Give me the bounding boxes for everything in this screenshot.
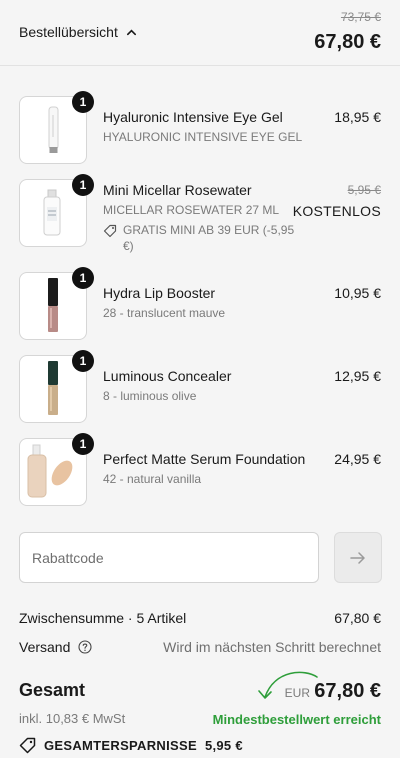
subtotal-value: 67,80 €	[334, 610, 381, 626]
product-name: Perfect Matte Serum Foundation	[103, 451, 306, 467]
savings-label: GESAMTERSPARNISSE	[44, 738, 197, 753]
product-name: Hydra Lip Booster	[103, 285, 216, 301]
quantity-badge: 1	[72, 174, 94, 196]
line-item: 1 Mini Micellar Rosewater MICELLAR ROSEW…	[0, 174, 400, 253]
grand-total: 67,80 €	[314, 680, 381, 702]
line-item: 1 Hyaluronic Intensive Eye Gel HYALURONI…	[0, 91, 400, 166]
line-item: 1 Perfect Matte Serum Foundation 42 - na…	[0, 433, 400, 508]
quantity-badge: 1	[72, 91, 94, 113]
shipping-row: Versand Wird im nächsten Schritt berechn…	[19, 639, 381, 655]
minimum-order-note: Mindestbestellwert erreicht	[212, 712, 381, 727]
product-price: 24,95 €	[334, 451, 381, 467]
product-original-price: 5,95 €	[347, 183, 381, 197]
subtotal-label: Zwischensumme · 5 Artikel	[19, 610, 187, 626]
header-original-total: 73,75 €	[340, 10, 381, 24]
tax-note: inkl. 10,83 € MwSt	[19, 711, 126, 726]
order-summary-toggle-label: Bestellübersicht	[19, 24, 118, 40]
help-icon[interactable]	[78, 640, 92, 654]
tag-icon	[19, 737, 36, 754]
product-variant: 42 - natural vanilla	[103, 472, 202, 486]
product-name: Hyaluronic Intensive Eye Gel	[103, 109, 283, 125]
quantity-badge: 1	[72, 350, 94, 372]
product-image: 1	[19, 174, 94, 247]
subtotal-row: Zwischensumme · 5 Artikel 67,80 €	[19, 610, 381, 626]
product-price: 10,95 €	[334, 285, 381, 301]
product-variant: HYALURONIC INTENSIVE EYE GEL	[103, 130, 303, 144]
product-price: 12,95 €	[334, 368, 381, 384]
shipping-label: Versand	[19, 639, 71, 655]
line-item: 1 Luminous Concealer 8 - luminous olive …	[0, 350, 400, 425]
product-image: 1	[19, 91, 94, 164]
product-variant: 28 - translucent mauve	[103, 306, 226, 320]
quantity-badge: 1	[72, 433, 94, 455]
product-variant: MICELLAR ROSEWATER 27 ML	[103, 203, 280, 217]
tag-icon	[103, 224, 117, 238]
discount-code-input[interactable]	[19, 532, 319, 583]
product-name: Mini Micellar Rosewater	[103, 182, 252, 198]
savings-value: 5,95 €	[204, 738, 243, 753]
product-variant: 8 - luminous olive	[103, 389, 197, 403]
product-price: 18,95 €	[334, 109, 381, 125]
header-total: 67,80 €	[314, 31, 381, 53]
total-label: Gesamt	[19, 680, 86, 700]
quantity-badge: 1	[72, 267, 94, 289]
chevron-up-icon	[126, 28, 136, 35]
shipping-value: Wird im nächsten Schritt berechnet	[163, 639, 381, 655]
discount-text: GRATIS MINI AB 39 EUR (-5,95 €)	[123, 223, 295, 253]
total-savings: GESAMTERSPARNISSE 5,95 €	[19, 737, 243, 754]
product-image: 1	[19, 267, 94, 340]
line-item: 1 Hydra Lip Booster 28 - translucent mau…	[0, 267, 400, 342]
order-summary-toggle[interactable]: Bestellübersicht	[19, 24, 137, 40]
order-summary-header: Bestellübersicht 73,75 € 67,80 €	[0, 0, 400, 66]
product-price: KOSTENLOS	[292, 203, 381, 219]
product-image: 1	[19, 350, 94, 423]
discount-note: GRATIS MINI AB 39 EUR (-5,95 €)	[103, 222, 303, 254]
product-name: Luminous Concealer	[103, 368, 232, 384]
apply-discount-button[interactable]	[334, 532, 382, 583]
currency-code: EUR	[284, 686, 310, 700]
arrow-right-icon	[350, 551, 365, 564]
product-image: 1	[19, 433, 94, 506]
